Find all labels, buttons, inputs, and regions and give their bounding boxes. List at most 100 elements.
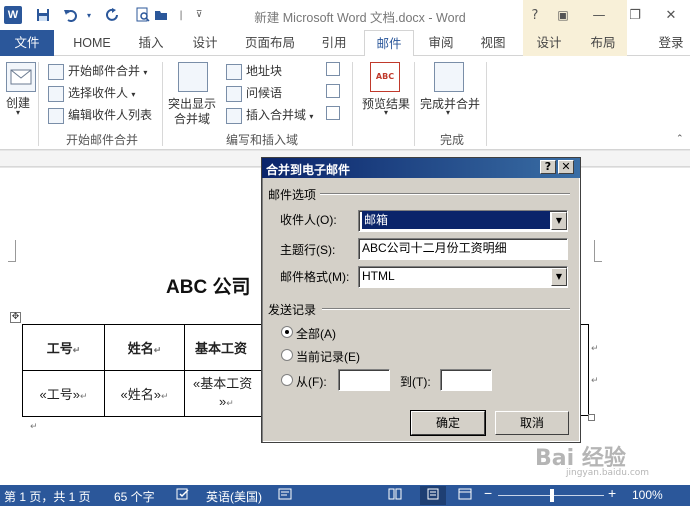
zoom-in-button[interactable]: + bbox=[608, 485, 616, 501]
dialog-title: 合并到电子邮件 bbox=[266, 163, 351, 177]
mail-options-group-label: 邮件选项 bbox=[268, 188, 317, 202]
finish-merge-icon-wrap[interactable] bbox=[434, 62, 464, 92]
preview-results-dropdown-icon[interactable]: ▾ bbox=[384, 108, 388, 117]
header-cell[interactable]: 工号↵ bbox=[22, 324, 105, 371]
table-row: «工号»↵ «姓名»↵ «基本工资 »↵ bbox=[22, 370, 271, 417]
tab-page-layout[interactable]: 页面布局 bbox=[236, 30, 304, 56]
table-move-handle-icon[interactable]: ✥ bbox=[10, 312, 21, 323]
radio-from[interactable] bbox=[281, 374, 293, 386]
format-select-arrow-icon[interactable]: ▼ bbox=[551, 268, 567, 286]
highlight-fields-icon bbox=[178, 62, 208, 92]
read-mode-icon[interactable] bbox=[388, 488, 402, 503]
format-label: 邮件格式(M): bbox=[280, 270, 350, 284]
collapse-ribbon-icon[interactable]: ⌃ bbox=[676, 134, 684, 144]
tab-file[interactable]: 文件 bbox=[0, 30, 54, 56]
merge-field-cell[interactable]: «基本工资 »↵ bbox=[184, 370, 271, 417]
create-button[interactable] bbox=[6, 62, 36, 92]
dialog-close-button[interactable]: ✕ bbox=[558, 160, 574, 174]
open-icon[interactable] bbox=[152, 6, 170, 24]
recipients-icon bbox=[48, 85, 64, 102]
create-dropdown-icon[interactable]: ▾ bbox=[16, 108, 20, 117]
finish-merge-icon bbox=[434, 62, 464, 92]
ribbon-display-options-icon[interactable]: ▣ bbox=[552, 6, 574, 24]
redo-icon[interactable] bbox=[104, 6, 122, 24]
group-label-finish: 完成 bbox=[439, 133, 464, 147]
insert-merge-field-button[interactable]: 插入合并域 ▾ bbox=[226, 106, 313, 124]
radio-all[interactable] bbox=[281, 326, 293, 338]
group-divider bbox=[320, 193, 570, 195]
zoom-level[interactable]: 100% bbox=[632, 488, 663, 502]
send-records-group-label: 发送记录 bbox=[268, 303, 317, 317]
update-labels-icon[interactable] bbox=[326, 106, 340, 120]
save-icon[interactable] bbox=[34, 6, 52, 24]
tab-table-design[interactable]: 设计 bbox=[526, 30, 572, 56]
subject-label: 主题行(S): bbox=[280, 243, 336, 257]
restore-button[interactable]: ❐ bbox=[624, 6, 646, 24]
undo-dropdown-icon[interactable]: ▾ bbox=[80, 6, 98, 24]
header-cell[interactable]: 姓名↵ bbox=[104, 324, 185, 371]
customize-quick-access-icon[interactable]: ⊽ bbox=[190, 6, 208, 24]
start-mail-merge-button[interactable]: 开始邮件合并 ▾ bbox=[48, 62, 147, 80]
tab-design[interactable]: 设计 bbox=[182, 30, 228, 56]
macro-recording-icon[interactable] bbox=[278, 488, 292, 503]
zoom-out-button[interactable]: − bbox=[484, 485, 492, 501]
select-recipients-label: 选择收件人 bbox=[68, 86, 129, 100]
from-input[interactable] bbox=[338, 369, 390, 391]
tab-references[interactable]: 引用 bbox=[310, 30, 358, 56]
proofing-icon[interactable] bbox=[176, 488, 190, 503]
quick-access-separator: | bbox=[179, 9, 183, 21]
format-select[interactable]: HTML bbox=[358, 266, 568, 288]
tab-insert[interactable]: 插入 bbox=[128, 30, 174, 56]
word-count[interactable]: 65 个字 bbox=[114, 488, 155, 505]
dialog-help-button[interactable]: ? bbox=[540, 160, 556, 174]
margin-corner-mark bbox=[8, 240, 16, 262]
print-preview-icon[interactable] bbox=[134, 6, 152, 24]
web-layout-icon[interactable] bbox=[458, 488, 472, 503]
match-fields-icon[interactable] bbox=[326, 84, 340, 98]
group-separator bbox=[486, 62, 487, 146]
select-recipients-button[interactable]: 选择收件人 ▾ bbox=[48, 84, 135, 102]
radio-current-record-label[interactable]: 当前记录(E) bbox=[296, 348, 360, 365]
rules-icon[interactable] bbox=[326, 62, 340, 76]
greeting-line-button[interactable]: 问候语 bbox=[226, 84, 282, 102]
undo-icon[interactable] bbox=[62, 6, 80, 24]
address-block-label: 地址块 bbox=[246, 64, 283, 78]
address-block-button[interactable]: 地址块 bbox=[226, 62, 282, 80]
header-cell[interactable]: 基本工资 bbox=[184, 324, 271, 371]
subject-input[interactable]: ABC公司十二月份工资明细 bbox=[358, 238, 568, 260]
ok-button[interactable]: 确定 bbox=[410, 410, 486, 436]
greeting-line-icon bbox=[226, 85, 242, 102]
tab-review[interactable]: 审阅 bbox=[418, 30, 464, 56]
edit-recipient-list-button[interactable]: 编辑收件人列表 bbox=[48, 106, 152, 124]
group-divider bbox=[322, 308, 570, 310]
merge-field-cell[interactable]: «工号»↵ bbox=[22, 370, 105, 417]
radio-current-record[interactable] bbox=[281, 349, 293, 361]
close-button[interactable]: ✕ bbox=[660, 6, 682, 24]
row-end-mark: ↵ bbox=[591, 376, 599, 386]
table-resize-handle[interactable] bbox=[588, 414, 595, 421]
print-layout-icon[interactable] bbox=[426, 488, 440, 503]
to-select-arrow-icon[interactable]: ▼ bbox=[551, 212, 567, 230]
finish-merge-dropdown-icon[interactable]: ▾ bbox=[446, 108, 450, 117]
group-separator bbox=[414, 62, 415, 146]
cancel-button[interactable]: 取消 bbox=[495, 411, 569, 435]
radio-from-label[interactable]: 从(F): bbox=[296, 373, 327, 390]
tab-home[interactable]: HOME bbox=[62, 30, 122, 56]
language-status[interactable]: 英语(美国) bbox=[206, 488, 262, 505]
tab-mailings[interactable]: 邮件 bbox=[364, 30, 414, 57]
tab-table-layout[interactable]: 布局 bbox=[580, 30, 626, 56]
page-count[interactable]: 第 1 页，共 1 页 bbox=[4, 488, 91, 505]
to-range-input[interactable] bbox=[440, 369, 492, 391]
merge-field-cell[interactable]: «姓名»↵ bbox=[104, 370, 185, 417]
minimize-button[interactable]: — bbox=[588, 6, 610, 24]
to-select[interactable]: 邮箱 bbox=[358, 210, 568, 232]
sign-in-link[interactable]: 登录 bbox=[652, 30, 690, 56]
highlight-merge-fields-label-2[interactable]: 合并域 bbox=[174, 110, 210, 127]
preview-results-icon[interactable]: ABC bbox=[370, 62, 400, 92]
radio-all-label[interactable]: 全部(A) bbox=[296, 325, 336, 342]
tab-view[interactable]: 视图 bbox=[470, 30, 516, 56]
highlight-merge-fields-button[interactable] bbox=[178, 62, 208, 92]
help-button[interactable]: ? bbox=[524, 6, 546, 24]
zoom-slider-thumb[interactable] bbox=[550, 489, 554, 502]
group-label-start-mail-merge: 开始邮件合并 bbox=[65, 133, 138, 147]
